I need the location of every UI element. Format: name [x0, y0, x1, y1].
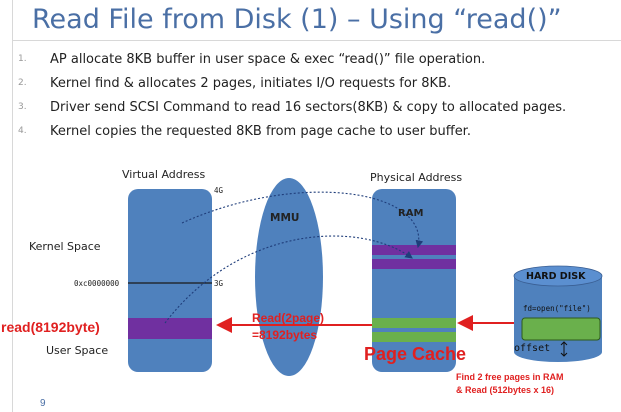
ram-label: RAM [398, 208, 424, 219]
hard-disk-label: HARD DISK [526, 271, 586, 282]
label-3g: 3G [214, 279, 224, 288]
fd-open-label: fd=open("file") [523, 304, 591, 313]
ram-cache-page-2 [372, 332, 456, 342]
read-bytes-label: =8192bytes [252, 328, 318, 342]
ram-cache-page-1 [372, 318, 456, 328]
user-buffer [128, 318, 212, 339]
ram-kernel-page-1 [372, 245, 456, 255]
page-cache-label: Page Cache [364, 344, 467, 364]
free-pages-note: Find 2 free pages in RAM [456, 372, 564, 382]
read-sectors-note: & Read (512bytes x 16) [456, 385, 555, 395]
physical-address-label: Physical Address [370, 171, 463, 184]
mmu-label: MMU [270, 212, 300, 224]
offset-label: offset [514, 343, 551, 354]
ram-kernel-page-2 [372, 259, 456, 269]
mmu-ellipse [255, 178, 323, 376]
file-data-region [521, 317, 601, 341]
kernel-space-label: Kernel Space [29, 240, 101, 253]
page-number: 9 [40, 398, 46, 409]
read-call-label: read(8192byte) [1, 319, 100, 335]
read-pages-label: Read(2page) [252, 311, 325, 325]
kernel-base-address: 0xc0000000 [74, 279, 120, 288]
user-space-label: User Space [46, 344, 109, 357]
virtual-address-block [128, 189, 212, 372]
label-4g: 4G [214, 186, 224, 195]
virtual-address-label: Virtual Address [122, 168, 206, 181]
